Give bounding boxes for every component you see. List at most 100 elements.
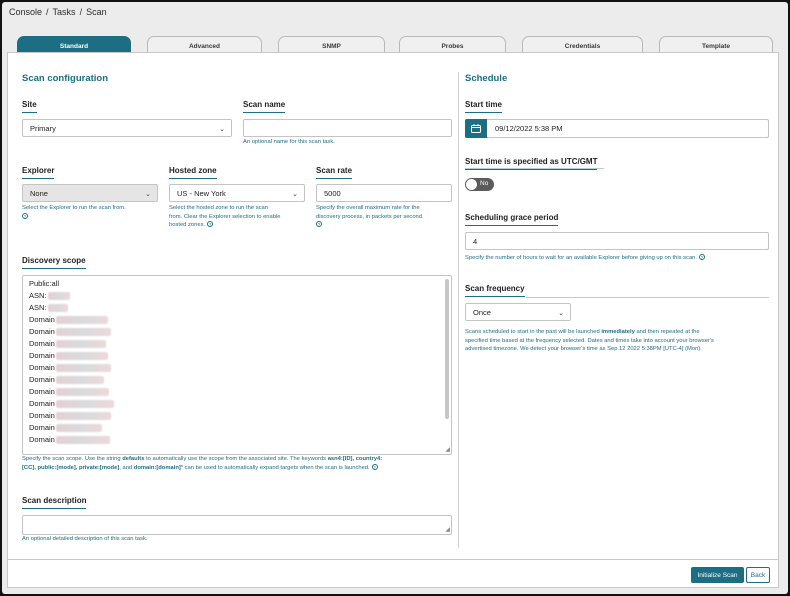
column-divider <box>458 72 459 548</box>
scope-line: ASN: <box>23 290 451 302</box>
discovery-scope-textarea[interactable]: Public:all ASN: ASN: Domain Domain Domai… <box>22 275 452 455</box>
grace-period-value: 4 <box>473 236 478 246</box>
hosted-zone-hint-line3: hosted zones. <box>169 222 206 228</box>
explorer-hint: Select the Explorer to run the scan from… <box>22 204 126 221</box>
scope-help-text: , and <box>119 464 134 471</box>
frequency-help-text: and then repeated at the <box>634 329 700 335</box>
scope-line: Domain <box>23 386 451 398</box>
hosted-zone-hint: Select the hosted zone to run the scan f… <box>169 204 281 230</box>
scope-line-text: Domain <box>29 399 55 408</box>
scan-name-label: Scan name <box>243 100 286 113</box>
initialize-scan-button[interactable]: Initialize Scan <box>691 567 744 583</box>
frequency-help-text: specified time based at the frequency se… <box>465 337 714 344</box>
site-select[interactable]: Primary ⌄ <box>22 119 232 137</box>
grace-period-hint: Specify the number of hours to wait for … <box>465 254 706 263</box>
scan-frequency-help: Scans scheduled to start in the past wil… <box>465 328 775 354</box>
scope-help-text: * can be used to automatically expand ta… <box>180 464 370 471</box>
help-icon[interactable]: ? <box>22 212 28 219</box>
grace-period-label: Scheduling grace period <box>465 213 559 226</box>
hosted-zone-value: US - New York <box>177 188 226 198</box>
resize-handle-icon[interactable]: ◢ <box>445 526 450 533</box>
utc-toggle-label: No <box>480 180 489 187</box>
breadcrumb-tasks[interactable]: Tasks <box>53 7 76 17</box>
scan-frequency-value: Once <box>473 307 491 317</box>
start-time-label: Start time <box>465 100 502 113</box>
hosted-zone-hint-line2: from. Clear the Explorer selection to en… <box>169 213 281 220</box>
start-time-input[interactable]: 09/12/2022 5:38 PM <box>465 118 769 138</box>
toggle-knob <box>466 179 477 190</box>
frequency-help-text: Scans scheduled to start in the past wil… <box>465 329 602 335</box>
explorer-hint-text: Select the Explorer to run the scan from… <box>22 205 126 211</box>
start-time-value: 09/12/2022 5:38 PM <box>495 124 563 133</box>
scan-frequency-select[interactable]: Once ⌄ <box>465 303 571 321</box>
scope-line: Domain <box>23 422 451 434</box>
scope-line-text: Domain <box>29 327 55 336</box>
scope-line: Domain <box>23 314 451 326</box>
scan-description-hint: An optional detailed description of this… <box>22 536 148 542</box>
scope-line-text: Domain <box>29 411 55 420</box>
redacted-value <box>55 388 109 397</box>
breadcrumb: Console / Tasks / Scan <box>9 7 107 17</box>
redacted-value <box>55 400 114 409</box>
redacted-value <box>47 292 70 301</box>
scope-help-keyword: defaults <box>122 456 145 462</box>
scope-line: Domain <box>23 362 451 374</box>
scope-line: ASN: <box>23 302 451 314</box>
redacted-value <box>47 304 68 313</box>
redacted-value <box>55 328 111 337</box>
explorer-select[interactable]: None ⌄ <box>22 184 158 202</box>
scope-line: Domain <box>23 398 451 410</box>
help-icon[interactable]: ? <box>207 221 214 228</box>
frequency-help-keyword: immediately <box>601 329 635 335</box>
back-button[interactable]: Back <box>746 567 770 583</box>
scope-line: Domain <box>23 374 451 386</box>
chevron-down-icon: ⌄ <box>558 310 564 317</box>
scope-line-text: Domain <box>29 423 55 432</box>
scope-line: Domain <box>23 338 451 350</box>
scope-line-text: Domain <box>29 339 55 348</box>
resize-handle-icon[interactable]: ◢ <box>445 446 450 453</box>
scope-help-keyword: [CC], public:[mode], private:[mode] <box>22 464 120 471</box>
help-icon[interactable]: ? <box>371 463 378 470</box>
scan-rate-value: 5000 <box>324 188 341 198</box>
explorer-value: None <box>30 188 48 198</box>
redacted-value <box>55 424 102 433</box>
discovery-scope-label: Discovery scope <box>22 256 86 269</box>
redacted-value <box>55 376 104 385</box>
frequency-help-text: advertised timezone. We detect your brow… <box>465 346 702 352</box>
scan-rate-hint-line2: discovery process, in packets per second… <box>316 213 424 220</box>
scope-line-text: Domain <box>29 351 55 360</box>
utc-toggle[interactable]: No <box>465 178 494 191</box>
breadcrumb-console[interactable]: Console <box>9 7 42 17</box>
grace-period-hint-text: Specify the number of hours to wait for … <box>465 255 698 261</box>
scope-line: Domain <box>23 350 451 362</box>
scan-frequency-label: Scan frequency <box>465 284 525 297</box>
scan-rate-label: Scan rate <box>316 166 353 179</box>
scope-line: Public:all <box>23 278 451 290</box>
scope-help-keyword: asn4:[ID], country4: <box>327 456 383 462</box>
scan-frequency-underline <box>526 284 769 298</box>
redacted-value <box>55 352 108 361</box>
scope-line-text: ASN: <box>29 303 47 312</box>
help-icon[interactable]: ? <box>316 221 322 228</box>
scan-name-input[interactable] <box>243 119 452 137</box>
redacted-value <box>55 316 108 325</box>
explorer-label: Explorer <box>22 166 55 179</box>
site-value: Primary <box>30 123 56 133</box>
scope-line-text: Domain <box>29 435 55 444</box>
calendar-icon[interactable] <box>465 118 487 138</box>
hosted-zone-select[interactable]: US - New York ⌄ <box>169 184 305 202</box>
redacted-value <box>55 340 106 349</box>
scan-rate-hint: Specify the overall maximum rate for the… <box>316 204 424 230</box>
scan-rate-input[interactable]: 5000 <box>316 184 452 202</box>
scope-help-text: Specify the scan scope. Use the string <box>22 456 123 462</box>
scan-description-textarea[interactable]: ◢ <box>22 515 452 535</box>
grace-period-input[interactable]: 4 <box>465 232 769 250</box>
scope-line-text: Public:all <box>29 279 60 288</box>
scan-description-label: Scan description <box>22 496 87 509</box>
chevron-down-icon: ⌄ <box>145 191 151 198</box>
chevron-down-icon: ⌄ <box>219 126 225 133</box>
scope-scrollbar[interactable] <box>445 279 449 419</box>
help-icon[interactable]: ? <box>699 254 706 261</box>
site-label: Site <box>22 100 37 113</box>
